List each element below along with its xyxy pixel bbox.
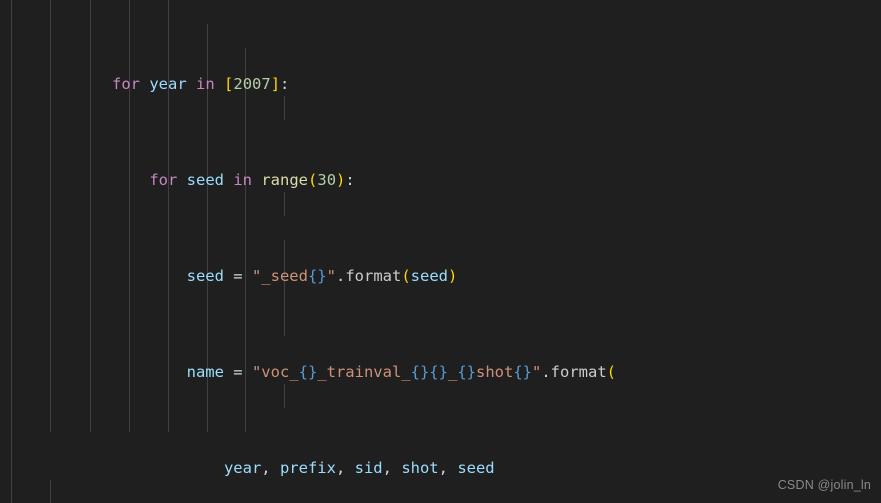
- code-line[interactable]: for seed in range(30):: [0, 168, 881, 192]
- code-line[interactable]: year, prefix, sid, shot, seed: [0, 456, 881, 480]
- var-seed: seed: [186, 267, 224, 285]
- string-literal: "_seed: [251, 267, 308, 285]
- paren-open: (: [606, 363, 617, 381]
- code-editor[interactable]: for year in [2007]: for seed in range(30…: [0, 0, 881, 503]
- var-year: year: [149, 75, 187, 93]
- code-line[interactable]: name = "voc_{}_trainval_{}{}_{}shot{}".f…: [0, 360, 881, 384]
- keyword-for: for: [111, 75, 140, 93]
- fn-format: format: [345, 267, 402, 285]
- paren-close: ): [336, 171, 346, 189]
- code-content[interactable]: for year in [2007]: for seed in range(30…: [0, 0, 881, 503]
- fn-format: format: [550, 363, 607, 381]
- code-line[interactable]: seed = "_seed{}".format(seed): [0, 264, 881, 288]
- keyword-for: for: [149, 171, 178, 189]
- string-literal: "voc_: [251, 363, 299, 381]
- paren-open: (: [308, 171, 318, 189]
- var-seed: seed: [186, 171, 224, 189]
- bracket-open: [: [224, 75, 234, 93]
- number-2007: 2007: [233, 75, 271, 93]
- keyword-in: in: [233, 171, 252, 189]
- code-line[interactable]: for year in [2007]:: [0, 72, 881, 96]
- format-placeholder: {}: [307, 267, 327, 285]
- paren-open: (: [401, 267, 411, 285]
- number-30: 30: [317, 171, 337, 189]
- paren-close: ): [448, 267, 458, 285]
- csdn-watermark: CSDN @jolin_ln: [777, 478, 871, 492]
- fn-range: range: [261, 171, 309, 189]
- var-name: name: [186, 363, 224, 381]
- keyword-in: in: [196, 75, 215, 93]
- bracket-close: ]: [270, 75, 281, 93]
